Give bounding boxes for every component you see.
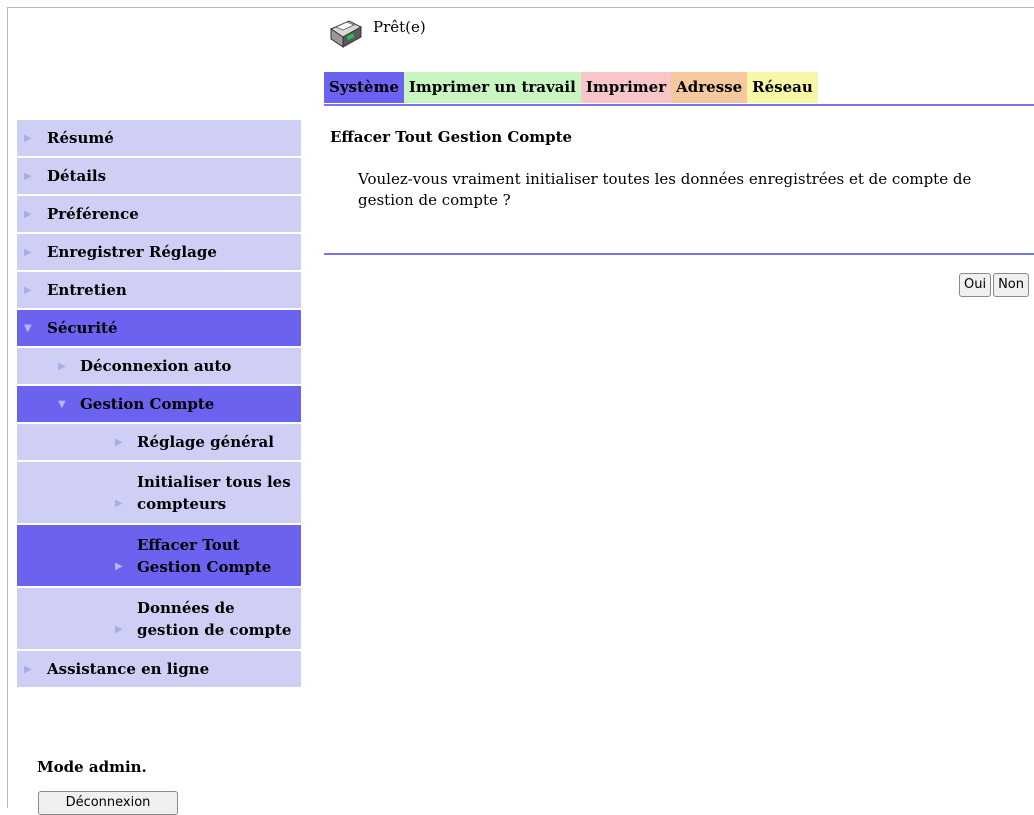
sidebar-item-entretien[interactable]: ▶ Entretien <box>17 272 301 308</box>
triangle-right-icon: ▶ <box>115 624 123 635</box>
tab-imprimer-un-travail[interactable]: Imprimer un travail <box>403 72 581 103</box>
triangle-right-icon: ▶ <box>24 170 32 182</box>
no-button[interactable]: Non <box>993 273 1029 297</box>
sidebar-item-resume[interactable]: ▶ Résumé <box>17 120 301 156</box>
status-area: Prêt(e) <box>327 15 426 49</box>
sidebar-item-label: Préférence <box>47 205 139 223</box>
sidebar-item-details[interactable]: ▶ Détails <box>17 158 301 194</box>
sidebar-item-deconnexion-auto[interactable]: ▶ Déconnexion auto <box>17 348 301 384</box>
sidebar-item-initialiser-compteurs[interactable]: ▶ Initialiser tous les compteurs <box>17 462 301 523</box>
confirmation-message: Voulez-vous vraiment initialiser toutes … <box>358 170 972 209</box>
triangle-right-icon: ▶ <box>24 246 32 258</box>
content-divider <box>324 253 1034 255</box>
tab-systeme[interactable]: Système <box>324 72 404 103</box>
sidebar-item-label: Assistance en ligne <box>47 660 210 678</box>
triangle-right-icon: ▶ <box>115 436 123 448</box>
triangle-right-icon: ▶ <box>115 498 123 509</box>
admin-mode-label: Mode admin. <box>37 758 147 776</box>
sidebar-item-label: Entretien <box>47 281 127 299</box>
yes-button[interactable]: Oui <box>958 273 992 297</box>
sidebar-item-label: Déconnexion auto <box>80 357 232 375</box>
printer-icon <box>329 20 363 48</box>
tabs-divider <box>324 104 1034 106</box>
confirm-buttons: Oui Non <box>958 273 1029 297</box>
triangle-down-icon: ▼ <box>24 322 32 334</box>
sidebar-item-label: Sécurité <box>47 319 118 337</box>
sidebar-item-effacer-tout[interactable]: ▶ Effacer Tout Gestion Compte <box>17 525 301 586</box>
sidebar-item-gestion-compte[interactable]: ▼ Gestion Compte <box>17 386 301 422</box>
triangle-right-icon: ▶ <box>24 208 32 220</box>
sidebar-item-enregistrer-reglage[interactable]: ▶ Enregistrer Réglage <box>17 234 301 270</box>
tab-imprimer[interactable]: Imprimer <box>580 72 672 103</box>
sidebar-item-label: Enregistrer Réglage <box>47 243 217 261</box>
triangle-right-icon: ▶ <box>24 132 32 144</box>
sidebar-item-reglage-general[interactable]: ▶ Réglage général <box>17 424 301 460</box>
main-tabs: Système Imprimer un travail Imprimer Adr… <box>324 72 818 103</box>
sidebar-item-label: Initialiser tous les compteurs <box>137 472 291 513</box>
logout-button[interactable]: Déconnexion <box>38 791 178 815</box>
page-title: Effacer Tout Gestion Compte <box>330 128 573 146</box>
sidebar-item-label: Résumé <box>47 129 114 147</box>
triangle-down-icon: ▼ <box>58 398 66 410</box>
sidebar-item-assistance[interactable]: ▶ Assistance en ligne <box>17 651 301 687</box>
sidebar-item-label: Données de gestion de compte <box>137 598 292 639</box>
tab-adresse[interactable]: Adresse <box>671 72 748 103</box>
triangle-right-icon: ▶ <box>24 284 32 296</box>
sidebar-item-label: Gestion Compte <box>80 395 215 413</box>
sidebar-item-donnees-gestion[interactable]: ▶ Données de gestion de compte <box>17 588 301 649</box>
status-text: Prêt(e) <box>373 18 426 36</box>
triangle-right-icon: ▶ <box>115 561 123 572</box>
tab-reseau[interactable]: Réseau <box>747 72 818 103</box>
sidebar-item-preference[interactable]: ▶ Préférence <box>17 196 301 232</box>
sidebar-item-securite[interactable]: ▼ Sécurité <box>17 310 301 346</box>
sidebar-item-label: Réglage général <box>137 433 274 451</box>
sidebar-item-label: Effacer Tout Gestion Compte <box>137 535 272 576</box>
triangle-right-icon: ▶ <box>24 663 32 675</box>
sidebar-item-label: Détails <box>47 167 107 185</box>
triangle-right-icon: ▶ <box>58 360 66 372</box>
sidebar: ▶ Résumé ▶ Détails ▶ Préférence ▶ Enregi… <box>17 120 301 689</box>
